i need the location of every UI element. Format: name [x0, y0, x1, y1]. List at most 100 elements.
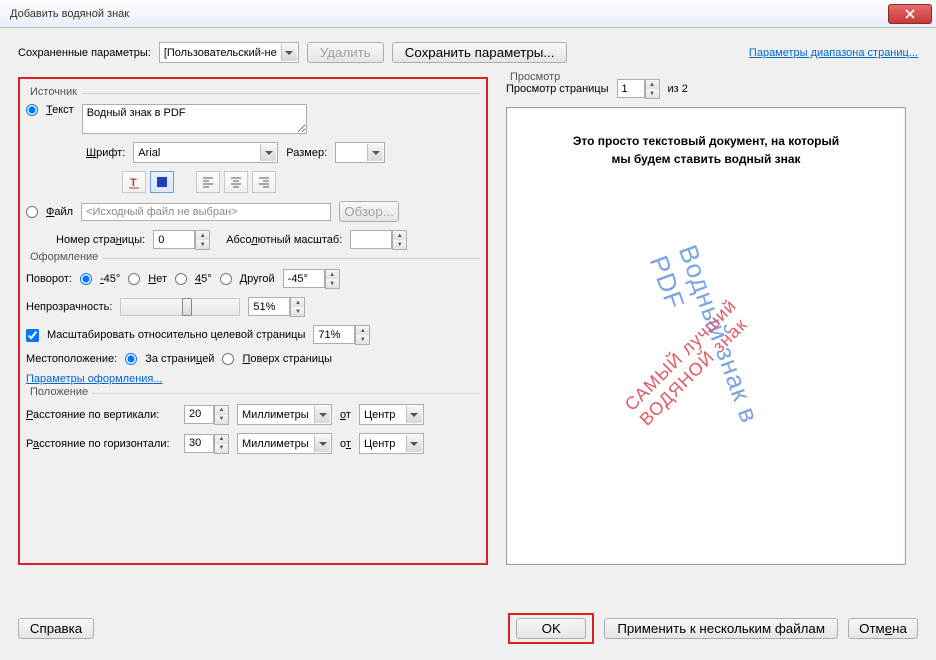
- rot-other-radio[interactable]: [220, 273, 232, 285]
- hdist-input[interactable]: [184, 434, 214, 453]
- file-radio[interactable]: [26, 206, 38, 218]
- chevron-down-icon: [314, 435, 330, 452]
- size-label: Размер:: [286, 147, 327, 159]
- loc-front-label: Поверх страницы: [242, 353, 332, 365]
- help-button[interactable]: Справка: [18, 618, 94, 639]
- opacity-spinner[interactable]: ▲▼: [248, 297, 305, 317]
- preview-group: Просмотр Просмотр страницы ▲▼ из 2 Это п…: [506, 79, 918, 565]
- loc-front-radio[interactable]: [222, 353, 234, 365]
- opacity-input[interactable]: [248, 297, 290, 316]
- rot-45-label: 45°: [195, 273, 212, 285]
- text-radio[interactable]: [26, 104, 38, 116]
- font-label: Шрифт:: [86, 147, 125, 159]
- close-icon: [905, 9, 915, 19]
- preview-page-label: Просмотр страницы: [506, 83, 609, 95]
- hdist-spinner[interactable]: ▲▼: [184, 434, 229, 454]
- spinner-buttons[interactable]: ▲▼: [645, 79, 660, 99]
- slider-thumb[interactable]: [182, 298, 192, 316]
- scale-check-label: Масштабировать относительно целевой стра…: [47, 329, 305, 341]
- position-group: Положение Расстояние по вертикали: ▲▼ Ми…: [26, 393, 480, 454]
- underline-icon-button[interactable]: T: [122, 171, 146, 193]
- source-group: Источник Текст Водный знак в PDF Шрифт: …: [26, 93, 480, 250]
- hdist-anchor-combo[interactable]: Центр: [359, 433, 424, 454]
- ok-button[interactable]: OK: [516, 618, 586, 639]
- underline-icon: T: [127, 175, 141, 189]
- scale-input[interactable]: [313, 325, 355, 344]
- abs-scale-input[interactable]: [350, 230, 392, 249]
- save-params-button[interactable]: Сохранить параметры...: [392, 42, 568, 63]
- scale-checkbox[interactable]: [26, 329, 39, 342]
- opacity-slider[interactable]: [120, 298, 240, 316]
- window-title: Добавить водяной знак: [4, 8, 129, 20]
- size-combo[interactable]: [335, 142, 385, 163]
- units-value: Миллиметры: [242, 409, 309, 421]
- vdist-units-combo[interactable]: Миллиметры: [237, 404, 332, 425]
- preview-canvas: Это просто текстовый документ, на которы…: [506, 107, 906, 565]
- page-range-link[interactable]: Параметры диапазона страниц...: [749, 47, 918, 59]
- rot-m45-label: -45°: [100, 273, 120, 285]
- spinner-buttons[interactable]: ▲▼: [392, 230, 407, 250]
- rot-none-label: Нет: [148, 273, 167, 285]
- spinner-buttons[interactable]: ▲▼: [325, 269, 340, 289]
- font-combo[interactable]: Arial: [133, 142, 278, 163]
- appearance-params-link[interactable]: Параметры оформления...: [26, 373, 163, 385]
- rot-none-radio[interactable]: [128, 273, 140, 285]
- vdist-anchor-combo[interactable]: Центр: [359, 404, 424, 425]
- saved-params-combo[interactable]: [Пользовательский-не: [159, 42, 299, 63]
- align-left-icon: [201, 175, 215, 189]
- spinner-buttons[interactable]: ▲▼: [214, 405, 229, 425]
- rot-other-spinner[interactable]: ▲▼: [283, 269, 340, 289]
- align-left-button[interactable]: [196, 171, 220, 193]
- preview-line2: мы будем ставить водный знак: [531, 150, 881, 168]
- cancel-button[interactable]: Отмена: [848, 618, 918, 639]
- browse-button[interactable]: Обзор...: [339, 201, 399, 222]
- opacity-label: Непрозрачность:: [26, 301, 112, 313]
- apply-multiple-button[interactable]: Применить к нескольким файлам: [604, 618, 838, 639]
- rot-45-radio[interactable]: [175, 273, 187, 285]
- color-icon-button[interactable]: [150, 171, 174, 193]
- loc-behind-label: За страницей: [145, 353, 214, 365]
- vdist-spinner[interactable]: ▲▼: [184, 405, 229, 425]
- page-num-input[interactable]: [153, 230, 195, 249]
- preview-page-input[interactable]: [617, 79, 645, 98]
- color-icon: [155, 175, 169, 189]
- text-radio-label: Текст: [46, 104, 74, 116]
- rot-other-input[interactable]: [283, 269, 325, 288]
- align-center-button[interactable]: [224, 171, 248, 193]
- page-num-label: Номер страницы:: [56, 234, 145, 246]
- vdist-label: Расстояние по вертикали:: [26, 409, 176, 421]
- spinner-buttons[interactable]: ▲▼: [290, 297, 305, 317]
- align-center-icon: [229, 175, 243, 189]
- vdist-input[interactable]: [184, 405, 214, 424]
- spinner-buttons[interactable]: ▲▼: [355, 325, 370, 345]
- title-bar: Добавить водяной знак: [0, 0, 936, 28]
- footer: Справка OK Применить к нескольким файлам…: [18, 613, 918, 644]
- preview-legend: Просмотр: [506, 71, 564, 83]
- chevron-down-icon: [406, 435, 422, 452]
- abs-scale-label: Абсолютный масштаб:: [226, 234, 342, 246]
- source-legend: Источник: [26, 86, 81, 98]
- align-right-button[interactable]: [252, 171, 276, 193]
- dialog-body: Сохраненные параметры: [Пользовательский…: [0, 28, 936, 660]
- scale-spinner[interactable]: ▲▼: [313, 325, 370, 345]
- preview-line1: Это просто текстовый документ, на которы…: [531, 132, 881, 150]
- preview-page-spinner[interactable]: ▲▼: [617, 79, 660, 99]
- watermark-text-input[interactable]: Водный знак в PDF: [82, 104, 307, 134]
- page-num-spinner[interactable]: ▲▼: [153, 230, 210, 250]
- close-button[interactable]: [888, 4, 932, 24]
- spinner-buttons[interactable]: ▲▼: [214, 434, 229, 454]
- left-column: Источник Текст Водный знак в PDF Шрифт: …: [18, 77, 488, 565]
- rotation-label: Поворот:: [26, 273, 72, 285]
- loc-behind-radio[interactable]: [125, 353, 137, 365]
- spinner-buttons[interactable]: ▲▼: [195, 230, 210, 250]
- saved-params-row: Сохраненные параметры: [Пользовательский…: [18, 42, 918, 63]
- rot-m45-radio[interactable]: [80, 273, 92, 285]
- abs-scale-spinner[interactable]: ▲▼: [350, 230, 407, 250]
- hdist-units-combo[interactable]: Миллиметры: [237, 433, 332, 454]
- delete-button[interactable]: Удалить: [307, 42, 384, 63]
- from-label2: от: [340, 438, 351, 450]
- svg-text:T: T: [130, 177, 137, 189]
- chevron-down-icon: [260, 144, 276, 161]
- location-label: Местоположение:: [26, 353, 117, 365]
- appearance-group: Оформление Поворот: -45° Нет 45° Другой …: [26, 258, 480, 385]
